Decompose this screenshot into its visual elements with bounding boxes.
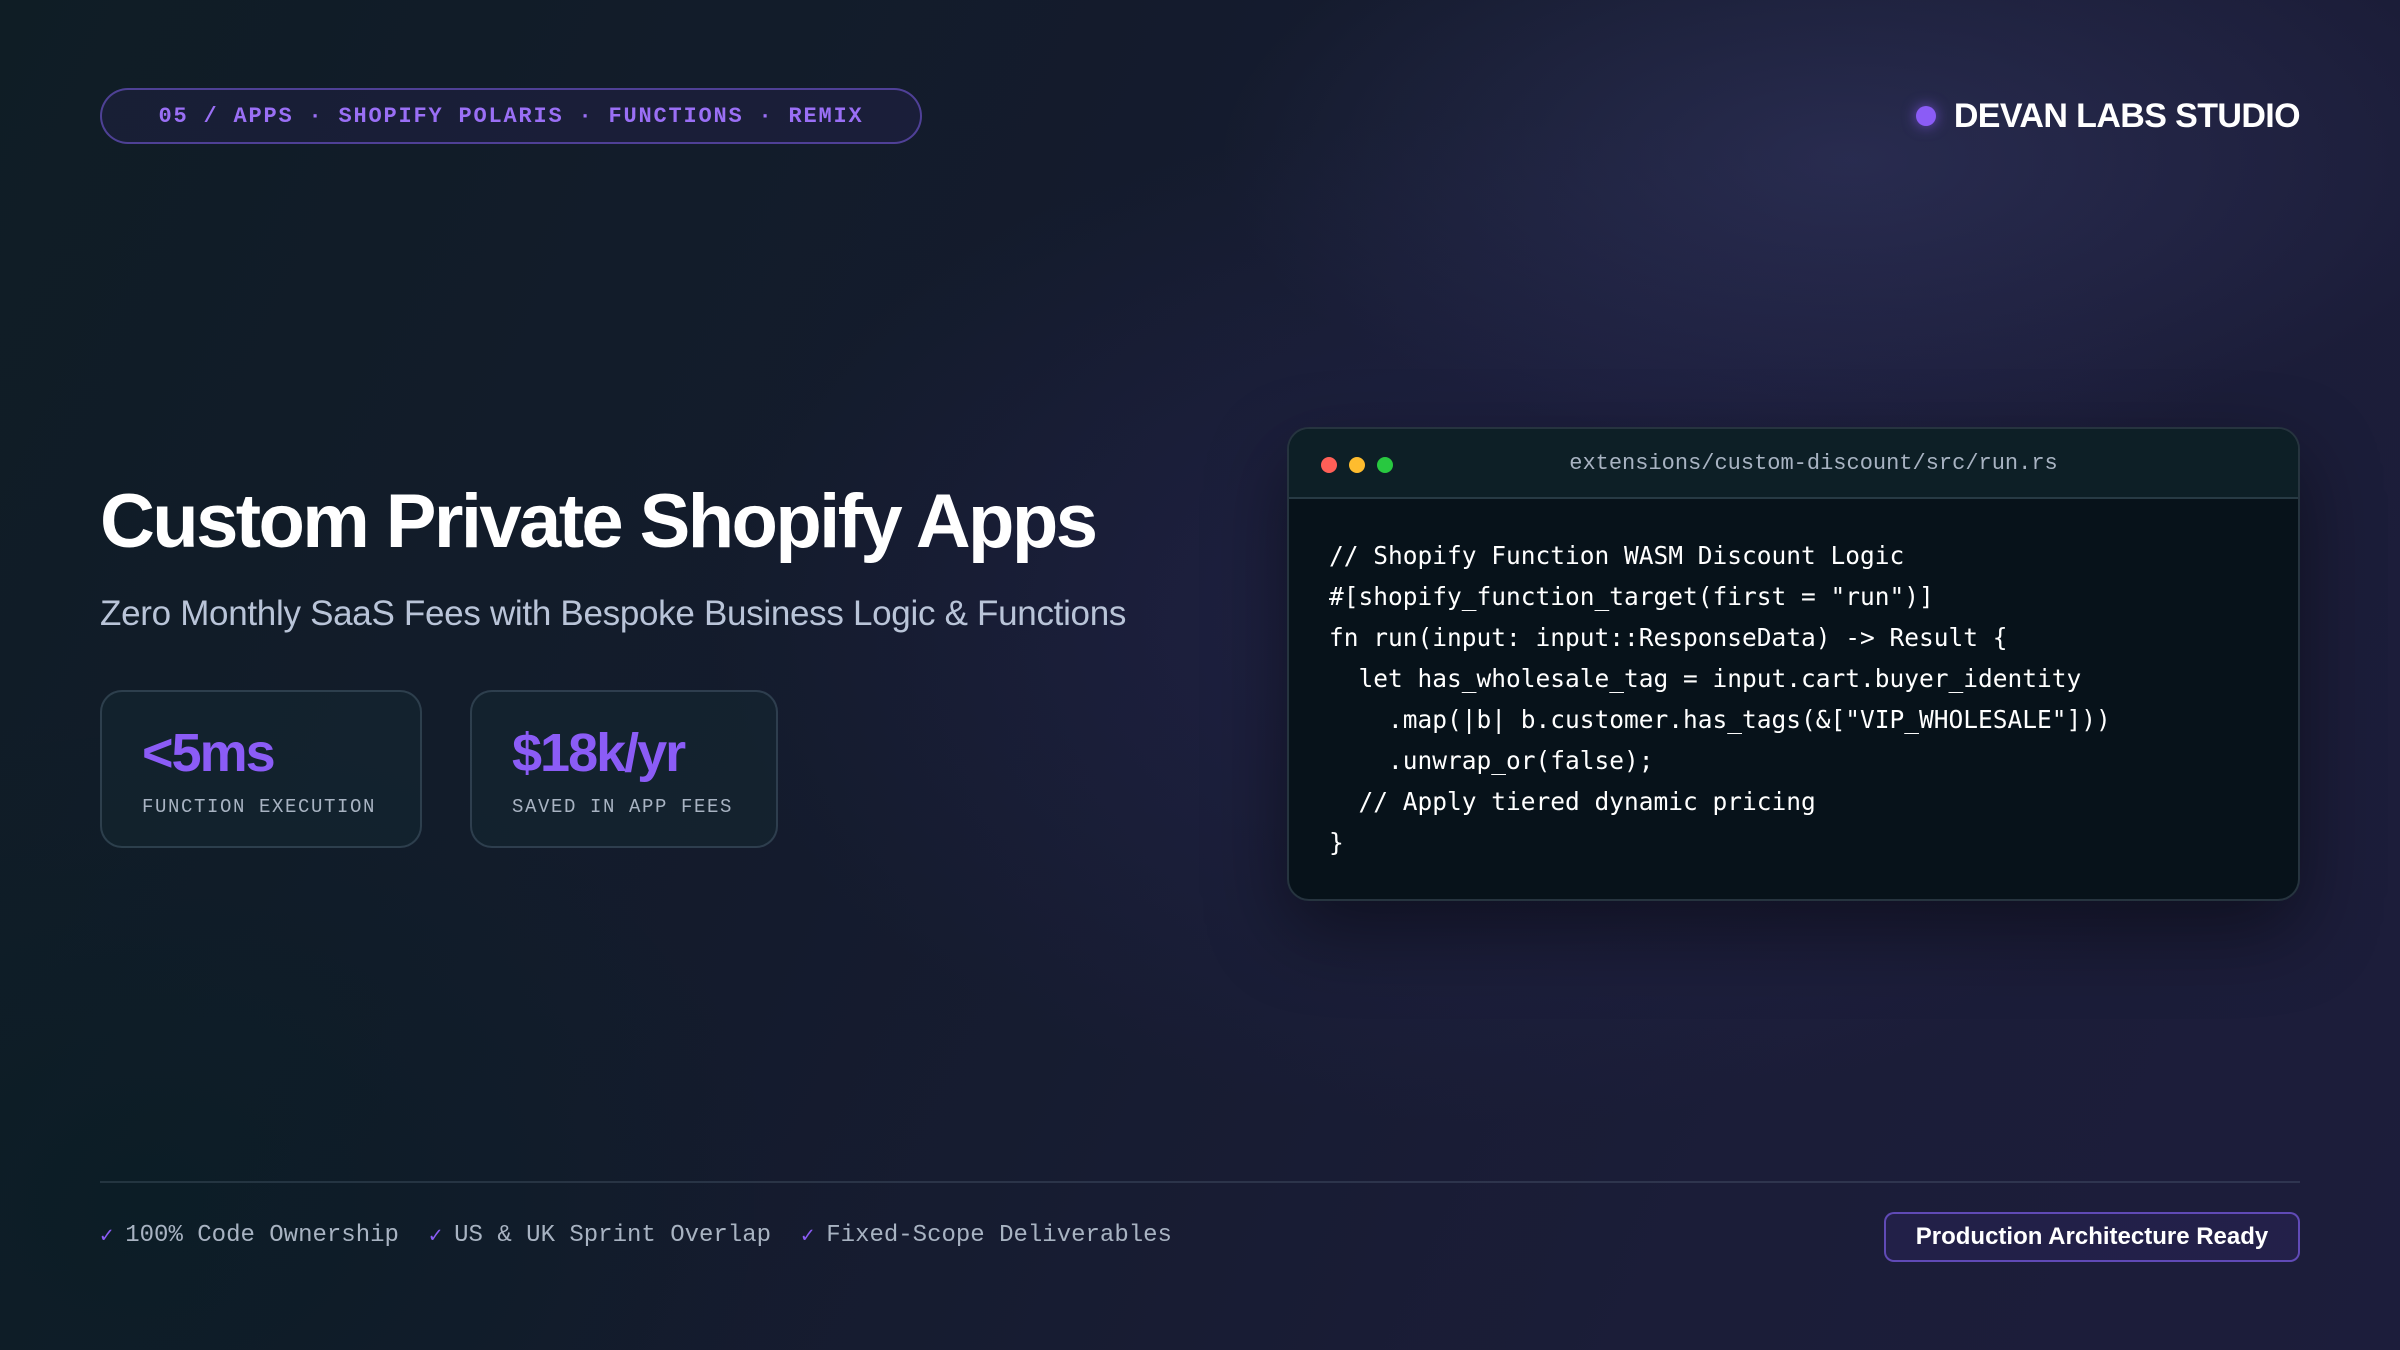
brand: DEVAN LABS STUDIO bbox=[1915, 94, 2301, 138]
code-line: .unwrap_or(false); bbox=[1329, 746, 1654, 775]
checklist-item: ✓ 100% Code Ownership bbox=[100, 1222, 399, 1249]
metric-label: SAVED IN APP FEES bbox=[512, 796, 734, 818]
checklist-item: ✓ Fixed-Scope Deliverables bbox=[801, 1222, 1172, 1249]
metric-value: $18k/yr bbox=[512, 723, 686, 783]
code-line: } bbox=[1329, 828, 1344, 857]
checklist-label: 100% Code Ownership bbox=[125, 1222, 399, 1249]
brand-dot-icon bbox=[1915, 106, 1936, 126]
code-line: .map(|b| b.customer.has_tags(&["VIP_WHOL… bbox=[1329, 705, 2111, 734]
code-line: fn run(input: input::ResponseData) -> Re… bbox=[1329, 623, 2008, 652]
code-body: // Shopify Function WASM Discount Logic … bbox=[1289, 499, 2298, 863]
code-line: // Shopify Function WASM Discount Logic bbox=[1329, 541, 1905, 570]
checklist-item: ✓ US & UK Sprint Overlap bbox=[429, 1222, 771, 1249]
check-icon: ✓ bbox=[428, 1223, 443, 1249]
checklist-label: US & UK Sprint Overlap bbox=[454, 1222, 772, 1249]
code-line: // Apply tiered dynamic pricing bbox=[1329, 787, 1816, 816]
checklist-label: Fixed-Scope Deliverables bbox=[826, 1222, 1172, 1249]
check-icon: ✓ bbox=[801, 1223, 815, 1249]
code-window: extensions/custom-discount/src/run.rs //… bbox=[1287, 427, 2300, 901]
section-tag: 05 / APPS · SHOPIFY POLARIS · FUNCTIONS … bbox=[100, 88, 922, 144]
brand-name: DEVAN LABS STUDIO bbox=[1953, 96, 2301, 135]
code-line: let has_wholesale_tag = input.cart.buyer… bbox=[1329, 664, 2082, 693]
file-path: extensions/custom-discount/src/run.rs bbox=[1569, 451, 2058, 476]
metric-label: FUNCTION EXECUTION bbox=[142, 796, 377, 818]
hero-title: Custom Private Shopify Apps bbox=[100, 479, 1098, 564]
hero-subtitle: Zero Monthly SaaS Fees with Bespoke Busi… bbox=[100, 594, 1127, 633]
footer-divider bbox=[100, 1181, 2300, 1183]
code-line: #[shopify_function_target(first = "run")… bbox=[1329, 582, 1934, 611]
check-icon: ✓ bbox=[100, 1223, 114, 1249]
code-window-titlebar: extensions/custom-discount/src/run.rs bbox=[1289, 429, 2298, 499]
metric-value: <5ms bbox=[142, 723, 276, 783]
status-badge: Production Architecture Ready bbox=[1884, 1212, 2300, 1262]
feature-checklist: ✓ 100% Code Ownership ✓ US & UK Sprint O… bbox=[100, 1222, 1172, 1249]
metric-card-execution: <5ms FUNCTION EXECUTION bbox=[100, 690, 422, 848]
metric-card-savings: $18k/yr SAVED IN APP FEES bbox=[470, 690, 778, 848]
